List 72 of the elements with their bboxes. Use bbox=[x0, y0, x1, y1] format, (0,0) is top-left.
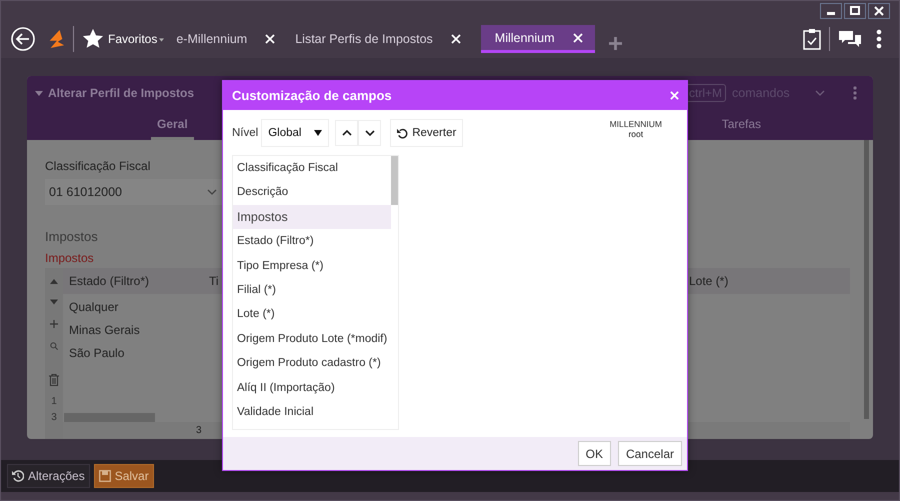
table-cell-text: São Paulo bbox=[68, 345, 126, 362]
column-header[interactable]: Estado (Filtro*) bbox=[69, 274, 209, 288]
caret-icon[interactable] bbox=[35, 90, 43, 96]
chevron-icon[interactable] bbox=[815, 90, 825, 96]
browser-tab[interactable]: e-Millennium bbox=[176, 25, 288, 53]
caret-icon[interactable] bbox=[159, 38, 164, 42]
panel-tab[interactable]: Tarefas bbox=[716, 117, 768, 140]
table-cell-text: Minas Gerais bbox=[68, 322, 141, 339]
list-item[interactable]: Validade Inicial bbox=[233, 400, 392, 424]
caret-down-icon[interactable] bbox=[50, 298, 58, 306]
chat-icon[interactable] bbox=[838, 30, 862, 48]
panel-title: Alterar Perfil de Impostos bbox=[48, 86, 194, 100]
scrollbar-thumb[interactable] bbox=[64, 413, 155, 422]
list-item[interactable]: Tipo Empresa (*) bbox=[233, 254, 392, 278]
scrollbar[interactable] bbox=[864, 140, 869, 419]
tab-label[interactable]: Millennium bbox=[494, 30, 555, 44]
list-item[interactable]: Origem Produto cadastro (*) bbox=[233, 351, 392, 376]
dialog-button[interactable]: OK bbox=[578, 441, 611, 466]
level-label: Nível bbox=[232, 127, 258, 139]
footer-count: 3 bbox=[51, 412, 57, 423]
dialog-button[interactable]: Cancelar bbox=[618, 441, 682, 466]
plus-icon[interactable] bbox=[50, 320, 58, 328]
chevron-up-icon bbox=[342, 130, 352, 136]
browser-tab[interactable]: Millennium bbox=[480, 25, 595, 53]
list-item[interactable]: Lote (*) bbox=[233, 302, 392, 327]
list-item[interactable]: Impostos bbox=[233, 204, 392, 230]
section-heading: Impostos bbox=[45, 229, 98, 244]
chevron-icon[interactable] bbox=[207, 189, 217, 195]
history-icon bbox=[12, 470, 24, 482]
dialog-title: Customização de campos bbox=[232, 88, 392, 103]
search-icon[interactable] bbox=[50, 342, 58, 350]
panel-tab[interactable]: Geral bbox=[151, 117, 194, 140]
star-icon[interactable] bbox=[82, 28, 104, 50]
clipboard-icon[interactable] bbox=[803, 28, 821, 50]
close-icon[interactable] bbox=[868, 3, 890, 19]
user-name: root bbox=[628, 129, 644, 139]
tab-label[interactable]: e-Millennium bbox=[176, 32, 248, 46]
list-item[interactable]: Filial (*) bbox=[233, 278, 392, 302]
level-select[interactable]: Global bbox=[261, 119, 330, 147]
logo-icon[interactable] bbox=[47, 28, 65, 50]
undo-icon bbox=[397, 128, 408, 138]
move-up-button[interactable] bbox=[335, 120, 358, 146]
sort-up-icon[interactable] bbox=[50, 279, 58, 284]
floppy-icon bbox=[98, 470, 111, 482]
favorites-menu[interactable]: Favoritos bbox=[108, 32, 158, 46]
list-item[interactable]: Estado (Filtro*) bbox=[233, 229, 392, 254]
scrollbar-thumb[interactable] bbox=[391, 156, 398, 205]
column-header[interactable]: Lote (*) bbox=[689, 274, 728, 288]
more-icon[interactable] bbox=[876, 29, 882, 49]
list-item[interactable]: Alíq II (Importação) bbox=[233, 376, 392, 400]
add-tab-icon[interactable] bbox=[608, 36, 622, 50]
minimize-icon[interactable] bbox=[820, 3, 842, 19]
trash-icon[interactable] bbox=[49, 374, 59, 386]
changes-button[interactable]: Alterações bbox=[7, 464, 90, 488]
footer-count: 3 bbox=[196, 425, 202, 436]
subsection-heading: Impostos bbox=[45, 251, 94, 265]
tab-label[interactable]: Listar Perfis de Impostos bbox=[295, 32, 433, 46]
back-icon[interactable] bbox=[11, 27, 35, 51]
list-item[interactable]: Descrição bbox=[233, 180, 392, 205]
table-cell-text: Qualquer bbox=[68, 299, 120, 316]
caret-icon bbox=[314, 130, 322, 136]
app-name: MILLENNIUM bbox=[610, 119, 662, 129]
move-down-button[interactable] bbox=[358, 120, 382, 146]
list-item[interactable]: Origem Produto Lote (*modif) bbox=[233, 326, 392, 352]
row-number: 1 bbox=[51, 396, 57, 407]
classification-select[interactable]: 01 61012000 bbox=[45, 179, 225, 205]
field-label: Classificação Fiscal bbox=[45, 159, 150, 173]
maximize-icon[interactable] bbox=[844, 3, 866, 19]
browser-tab[interactable]: Listar Perfis de Impostos bbox=[295, 25, 473, 53]
chevron-down-icon bbox=[364, 130, 375, 136]
list-item[interactable]: Classificação Fiscal bbox=[233, 156, 392, 180]
revert-button[interactable]: Reverter bbox=[390, 119, 464, 147]
